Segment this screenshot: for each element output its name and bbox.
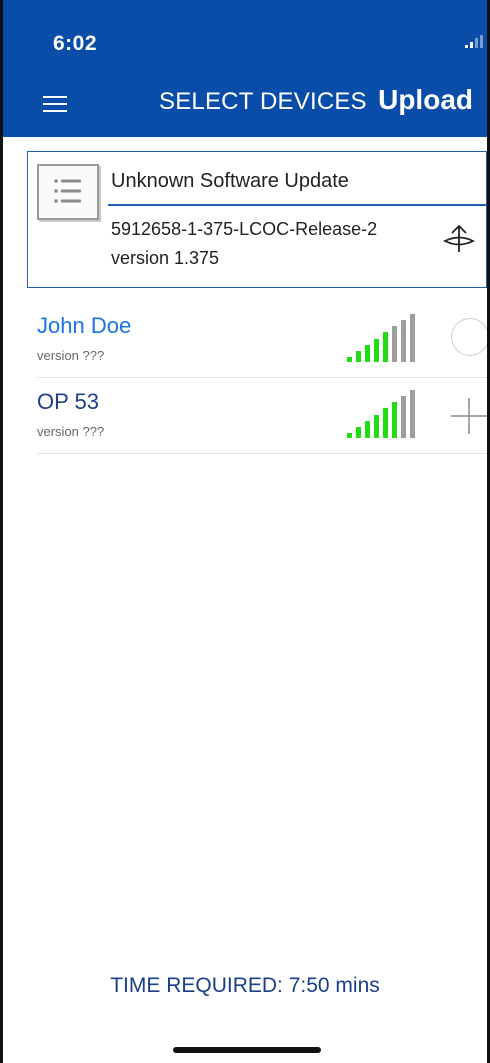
phone-screen: 6:02 SELECT DEVICES Upload Unknown Softw… [0,0,490,1063]
signal-strength-icon [345,388,429,438]
list-document-icon [37,164,99,220]
signal-bar [365,420,370,438]
update-version: version 1.375 [111,248,220,268]
signal-bar [374,338,379,362]
status-time: 6:02 [53,32,98,55]
signal-bar [392,402,397,438]
signal-bar [401,396,406,438]
device-row-john-doe[interactable]: John Doe version ??? [37,304,487,378]
page-title: SELECT DEVICES [159,88,367,115]
device-name: John Doe [37,313,132,338]
signal-bar [347,357,352,362]
upload-button[interactable]: Upload [378,84,473,116]
signal-bar [347,433,352,438]
signal-bar [401,320,406,362]
device-version: version ??? [37,424,105,439]
signal-bar [410,390,415,438]
hamburger-menu-icon[interactable] [43,96,67,112]
cellular-signal-icon [465,34,485,50]
signal-bar [383,408,388,438]
signal-bar [392,326,397,362]
select-device-circle-icon[interactable] [451,318,487,356]
signal-bar [356,426,361,438]
signal-bar [374,414,379,438]
signal-bar [383,332,388,362]
device-version: version ??? [37,348,105,363]
signal-strength-icon [345,312,429,362]
device-name: OP 53 [37,389,99,414]
app-header: 6:02 SELECT DEVICES Upload [3,0,487,137]
software-update-card[interactable]: Unknown Software Update 5912658-1-375-LC… [27,151,487,288]
device-row-op-53[interactable]: OP 53 version ??? [37,380,489,454]
update-title: Unknown Software Update [111,170,349,192]
signal-bar [356,350,361,362]
card-divider [108,204,486,206]
update-file-name: 5912658-1-375-LCOC-Release-2 [111,219,378,239]
signal-bar [365,344,370,362]
signal-bar [410,314,415,362]
add-device-plus-icon[interactable] [449,396,489,436]
upload-arrow-icon[interactable] [442,222,476,256]
time-required-text: TIME REQUIRED: 7:50 mins [110,974,380,997]
home-indicator[interactable] [173,1047,321,1053]
